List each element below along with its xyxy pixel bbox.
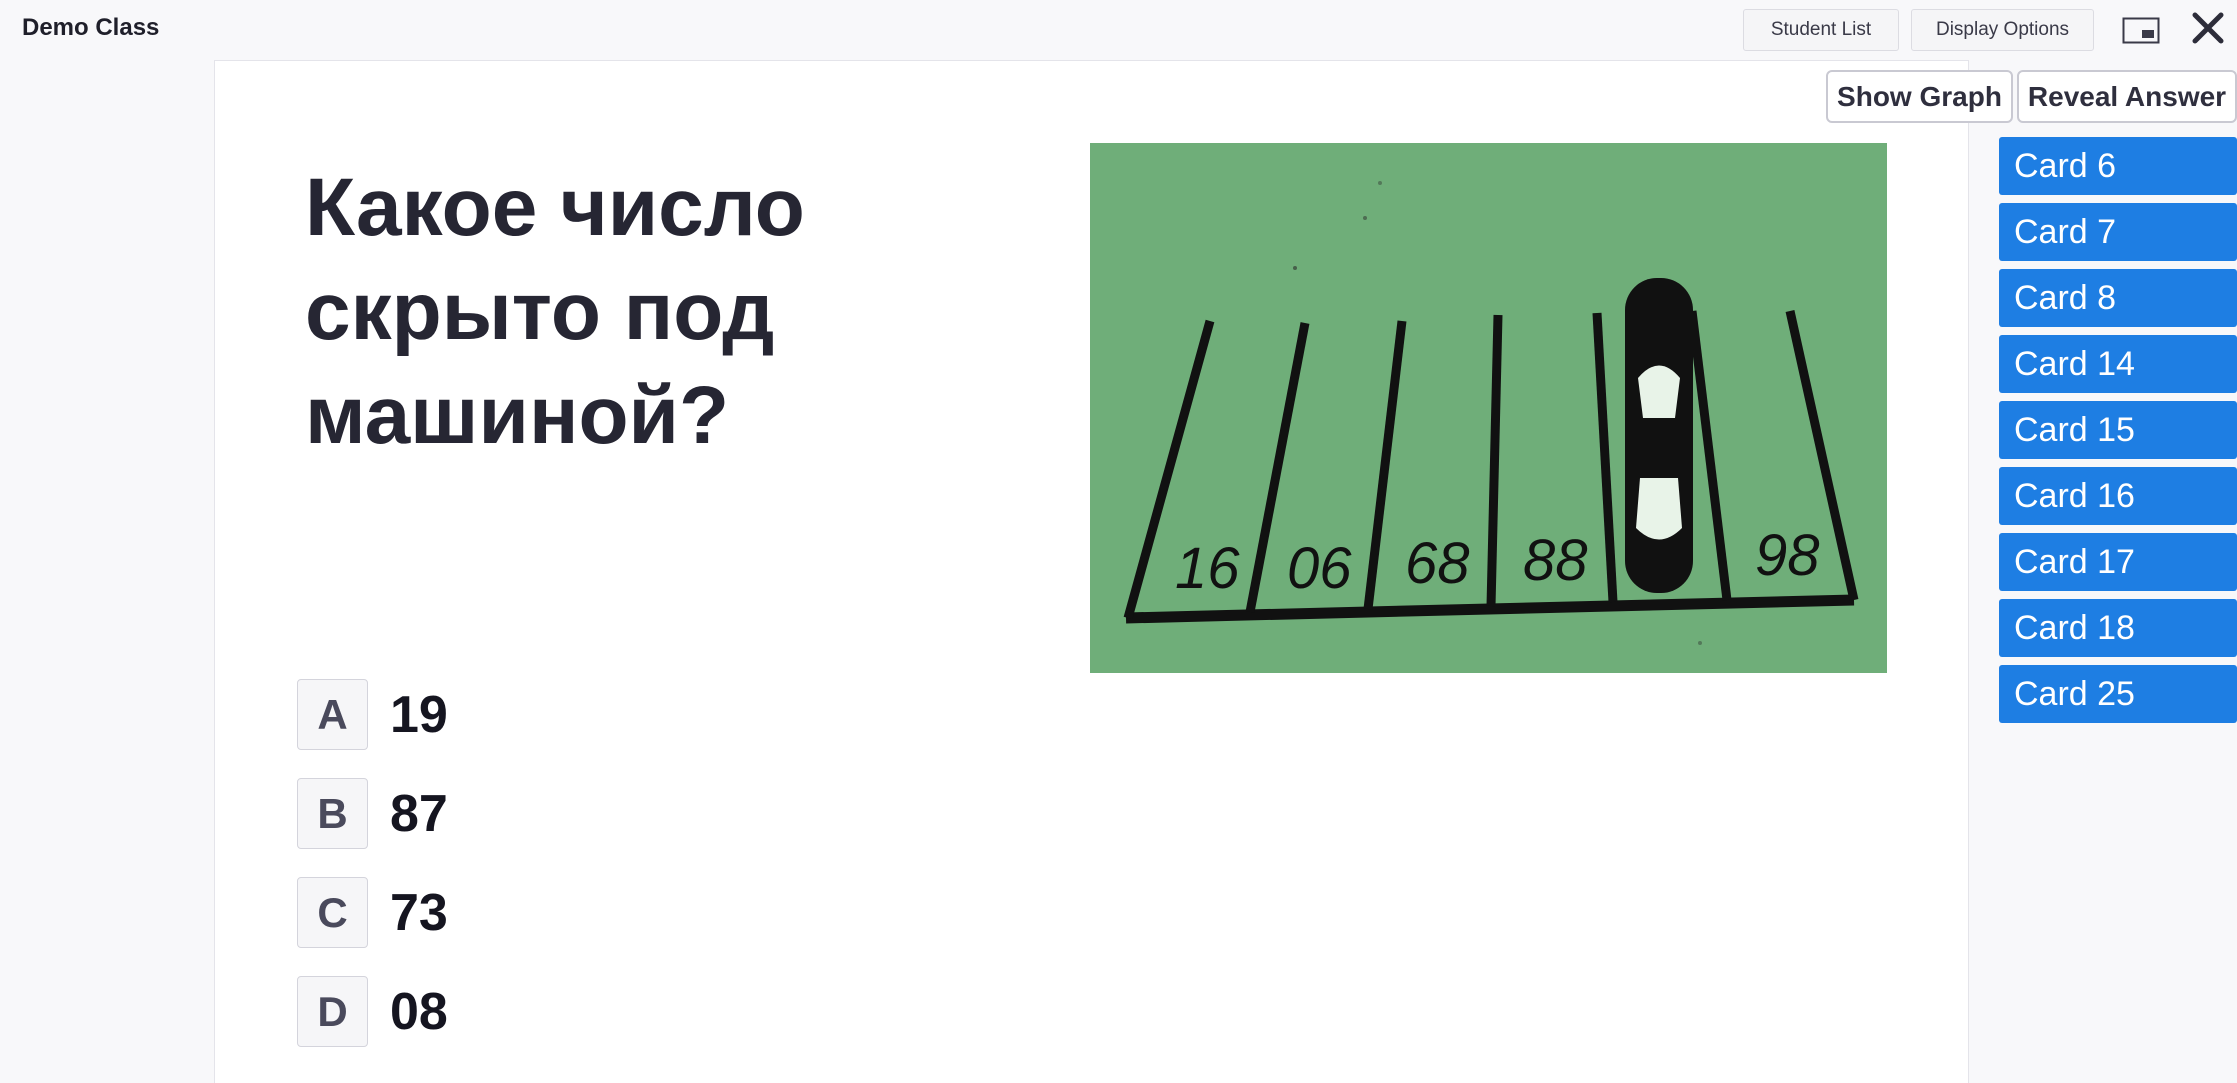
answer-option-c[interactable]: C 73 xyxy=(297,877,697,948)
app-window: Demo Class Student List Display Options … xyxy=(0,0,2237,1083)
class-name: Demo Class xyxy=(22,14,160,41)
question-text: Какое число скрыто под машиной? xyxy=(305,162,805,461)
answer-letter: B xyxy=(297,778,368,849)
picture-in-picture-icon[interactable] xyxy=(2122,17,2160,44)
card-item[interactable]: Card 7 xyxy=(1999,203,2237,261)
spot-number: 68 xyxy=(1405,531,1470,596)
spot-number: 88 xyxy=(1523,528,1588,593)
card-item[interactable]: Card 14 xyxy=(1999,335,2237,393)
display-options-button[interactable]: Display Options xyxy=(1911,9,2094,51)
answer-letter: A xyxy=(297,679,368,750)
card-item[interactable]: Card 8 xyxy=(1999,269,2237,327)
spot-number: 06 xyxy=(1287,536,1352,601)
student-list-button[interactable]: Student List xyxy=(1743,9,1899,51)
answer-letter: D xyxy=(297,976,368,1047)
card-item[interactable]: Card 16 xyxy=(1999,467,2237,525)
answer-option-a[interactable]: A 19 xyxy=(297,679,697,750)
card-item[interactable]: Card 6 xyxy=(1999,137,2237,195)
card-item[interactable]: Card 17 xyxy=(1999,533,2237,591)
answer-value: 19 xyxy=(390,685,448,744)
question-image: 16 06 68 88 98 xyxy=(1090,143,1887,673)
answer-option-b[interactable]: B 87 xyxy=(297,778,697,849)
car-icon xyxy=(1625,278,1693,593)
answer-letter: C xyxy=(297,877,368,948)
card-item[interactable]: Card 15 xyxy=(1999,401,2237,459)
close-icon[interactable] xyxy=(2190,10,2226,46)
show-graph-button[interactable]: Show Graph xyxy=(1826,70,2013,123)
spot-number: 98 xyxy=(1755,523,1820,588)
answer-value: 08 xyxy=(390,982,448,1041)
question-slide: Какое число скрыто под машиной? 16 06 68… xyxy=(214,60,1969,1083)
card-item[interactable]: Card 25 xyxy=(1999,665,2237,723)
answer-option-d[interactable]: D 08 xyxy=(297,976,697,1047)
answer-value: 73 xyxy=(390,883,448,942)
card-item[interactable]: Card 18 xyxy=(1999,599,2237,657)
answer-value: 87 xyxy=(390,784,448,843)
reveal-answer-button[interactable]: Reveal Answer xyxy=(2017,70,2237,123)
spot-number: 16 xyxy=(1175,536,1240,601)
